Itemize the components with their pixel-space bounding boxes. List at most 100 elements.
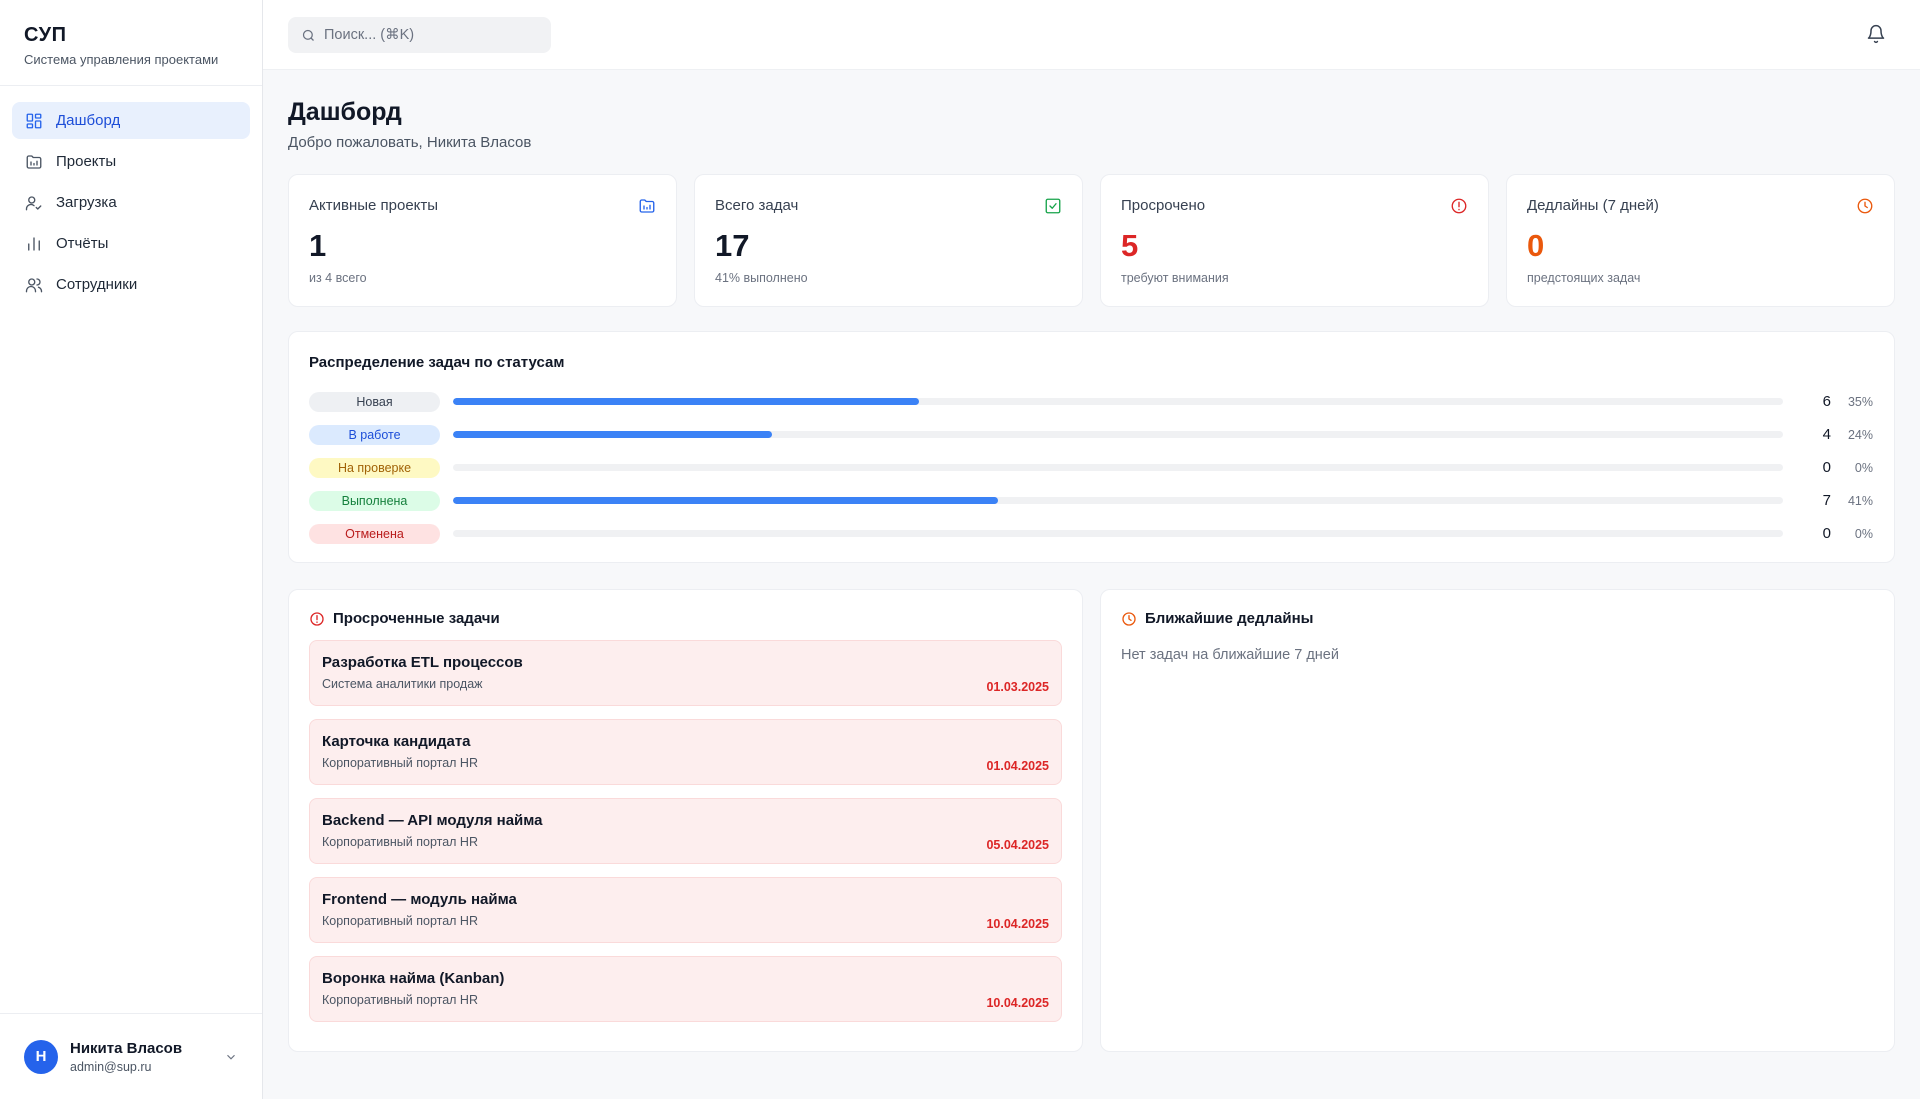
status-row: В работе 4 24% bbox=[309, 418, 1874, 451]
app-title: СУП bbox=[24, 24, 67, 46]
sidebar-item-employees[interactable]: Сотрудники bbox=[12, 266, 250, 303]
stat-value: 5 bbox=[1121, 228, 1139, 263]
status-row: Отменена 0 0% bbox=[309, 517, 1874, 550]
overdue-task-item[interactable]: Разработка ETL процессов Система аналити… bbox=[309, 640, 1062, 706]
main-content: Дашборд Добро пожаловать, Никита Власов … bbox=[288, 70, 1895, 1052]
status-badge: В работе bbox=[309, 424, 440, 445]
status-percent: 0% bbox=[1854, 526, 1873, 541]
stat-note: предстоящих задач bbox=[1527, 271, 1641, 285]
user-info: Никита Власов admin@sup.ru bbox=[70, 1040, 224, 1074]
task-name: Frontend — модуль найма bbox=[322, 891, 517, 908]
progress-bar bbox=[453, 431, 1783, 438]
status-percent: 41% bbox=[1847, 493, 1873, 508]
users-icon bbox=[25, 276, 43, 294]
search-box[interactable] bbox=[288, 17, 551, 53]
stat-value: 0 bbox=[1527, 228, 1545, 263]
status-count: 0 bbox=[1822, 525, 1831, 542]
bottom-panels: Просроченные задачи Разработка ETL проце… bbox=[288, 589, 1895, 1052]
notifications-button[interactable] bbox=[1866, 24, 1886, 44]
status-percent: 35% bbox=[1847, 394, 1873, 409]
task-project: Корпоративный портал HR bbox=[322, 756, 478, 770]
status-row: Выполнена 7 41% bbox=[309, 484, 1874, 517]
status-distribution-card: Распределение задач по статусам Новая 6 … bbox=[288, 331, 1895, 563]
status-count: 4 bbox=[1822, 426, 1831, 443]
brand: СУП Система управления проектами bbox=[0, 0, 262, 86]
status-percent: 24% bbox=[1847, 427, 1873, 442]
task-project: Система аналитики продаж bbox=[322, 677, 483, 691]
status-distribution-title: Распределение задач по статусам bbox=[309, 354, 565, 371]
progress-bar-fill bbox=[453, 497, 999, 504]
sidebar-item-label: Загрузка bbox=[56, 194, 117, 211]
sidebar-item-workload[interactable]: Загрузка bbox=[12, 184, 250, 221]
clock-icon bbox=[1856, 197, 1874, 215]
status-rows: Новая 6 35% В работе 4 24% На проверке 0… bbox=[309, 385, 1874, 550]
task-due-date: 01.04.2025 bbox=[986, 759, 1049, 773]
overdue-tasks-panel: Просроченные задачи Разработка ETL проце… bbox=[288, 589, 1083, 1052]
status-badge: Выполнена bbox=[309, 490, 440, 511]
sidebar-item-label: Сотрудники bbox=[56, 276, 138, 293]
user-email: admin@sup.ru bbox=[70, 1059, 152, 1074]
status-count: 7 bbox=[1822, 492, 1831, 509]
stat-label: Просрочено bbox=[1121, 197, 1206, 214]
status-percent: 0% bbox=[1854, 460, 1873, 475]
clock-icon bbox=[1122, 611, 1136, 626]
search-input[interactable] bbox=[324, 27, 544, 43]
task-name: Воронка найма (Kanban) bbox=[322, 970, 505, 987]
overdue-title: Просроченные задачи bbox=[333, 610, 500, 627]
progress-bar bbox=[453, 530, 1783, 537]
status-row: Новая 6 35% bbox=[309, 385, 1874, 418]
stat-note: 41% выполнено bbox=[715, 271, 808, 285]
bell-icon bbox=[1867, 24, 1885, 44]
stat-label: Дедлайны (7 дней) bbox=[1527, 197, 1659, 214]
stat-note: требуют внимания bbox=[1121, 271, 1229, 285]
progress-bar-fill bbox=[453, 398, 919, 405]
sidebar: СУП Система управления проектами Дашборд… bbox=[0, 0, 263, 1099]
panel-header: Ближайшие дедлайны bbox=[1121, 610, 1874, 627]
upcoming-deadlines-panel: Ближайшие дедлайны Нет задач на ближайши… bbox=[1100, 589, 1895, 1052]
alert-circle-icon bbox=[310, 611, 324, 626]
app-subtitle: Система управления проектами bbox=[24, 52, 219, 67]
sidebar-item-projects[interactable]: Проекты bbox=[12, 143, 250, 180]
avatar: Н bbox=[24, 1039, 58, 1074]
alert-circle-icon bbox=[1450, 197, 1468, 215]
topbar bbox=[263, 0, 1920, 70]
stat-value: 1 bbox=[309, 228, 327, 263]
task-name: Карточка кандидата bbox=[322, 733, 471, 750]
stat-value: 17 bbox=[715, 228, 750, 263]
stats-row: Активные проекты 1 из 4 всего Всего зада… bbox=[288, 174, 1895, 307]
progress-bar-fill bbox=[453, 431, 773, 438]
folder-icon bbox=[638, 197, 656, 215]
task-project: Корпоративный портал HR bbox=[322, 993, 478, 1007]
status-count: 0 bbox=[1822, 459, 1831, 476]
stat-note: из 4 всего bbox=[309, 271, 367, 285]
user-menu[interactable]: Н Никита Власов admin@sup.ru bbox=[0, 1013, 262, 1099]
user-check-icon bbox=[25, 194, 43, 212]
stat-card-overdue: Просрочено 5 требуют внимания bbox=[1100, 174, 1489, 307]
overdue-task-item[interactable]: Backend — API модуля найма Корпоративный… bbox=[309, 798, 1062, 864]
empty-state-text: Нет задач на ближайшие 7 дней bbox=[1121, 647, 1339, 663]
status-row: На проверке 0 0% bbox=[309, 451, 1874, 484]
search-icon bbox=[302, 29, 314, 41]
stat-label: Всего задач bbox=[715, 197, 799, 214]
chevron-down-icon[interactable] bbox=[224, 1050, 238, 1064]
stat-card-total-tasks: Всего задач 17 41% выполнено bbox=[694, 174, 1083, 307]
overdue-task-item[interactable]: Воронка найма (Kanban) Корпоративный пор… bbox=[309, 956, 1062, 1022]
sidebar-item-label: Отчёты bbox=[56, 235, 109, 252]
overdue-task-item[interactable]: Frontend — модуль найма Корпоративный по… bbox=[309, 877, 1062, 943]
sidebar-item-dashboard[interactable]: Дашборд bbox=[12, 102, 250, 139]
task-project: Корпоративный портал HR bbox=[322, 835, 478, 849]
status-count: 6 bbox=[1822, 393, 1831, 410]
page-title: Дашборд bbox=[288, 98, 402, 126]
task-due-date: 05.04.2025 bbox=[986, 838, 1049, 852]
check-square-icon bbox=[1044, 197, 1062, 215]
status-badge: Отменена bbox=[309, 523, 440, 544]
stat-card-active-projects: Активные проекты 1 из 4 всего bbox=[288, 174, 677, 307]
sidebar-item-reports[interactable]: Отчёты bbox=[12, 225, 250, 262]
task-project: Корпоративный портал HR bbox=[322, 914, 478, 928]
overdue-task-item[interactable]: Карточка кандидата Корпоративный портал … bbox=[309, 719, 1062, 785]
dashboard-icon bbox=[25, 112, 43, 130]
progress-bar bbox=[453, 398, 1783, 405]
status-badge: На проверке bbox=[309, 457, 440, 478]
stat-label: Активные проекты bbox=[309, 197, 439, 214]
task-name: Backend — API модуля найма bbox=[322, 812, 543, 829]
